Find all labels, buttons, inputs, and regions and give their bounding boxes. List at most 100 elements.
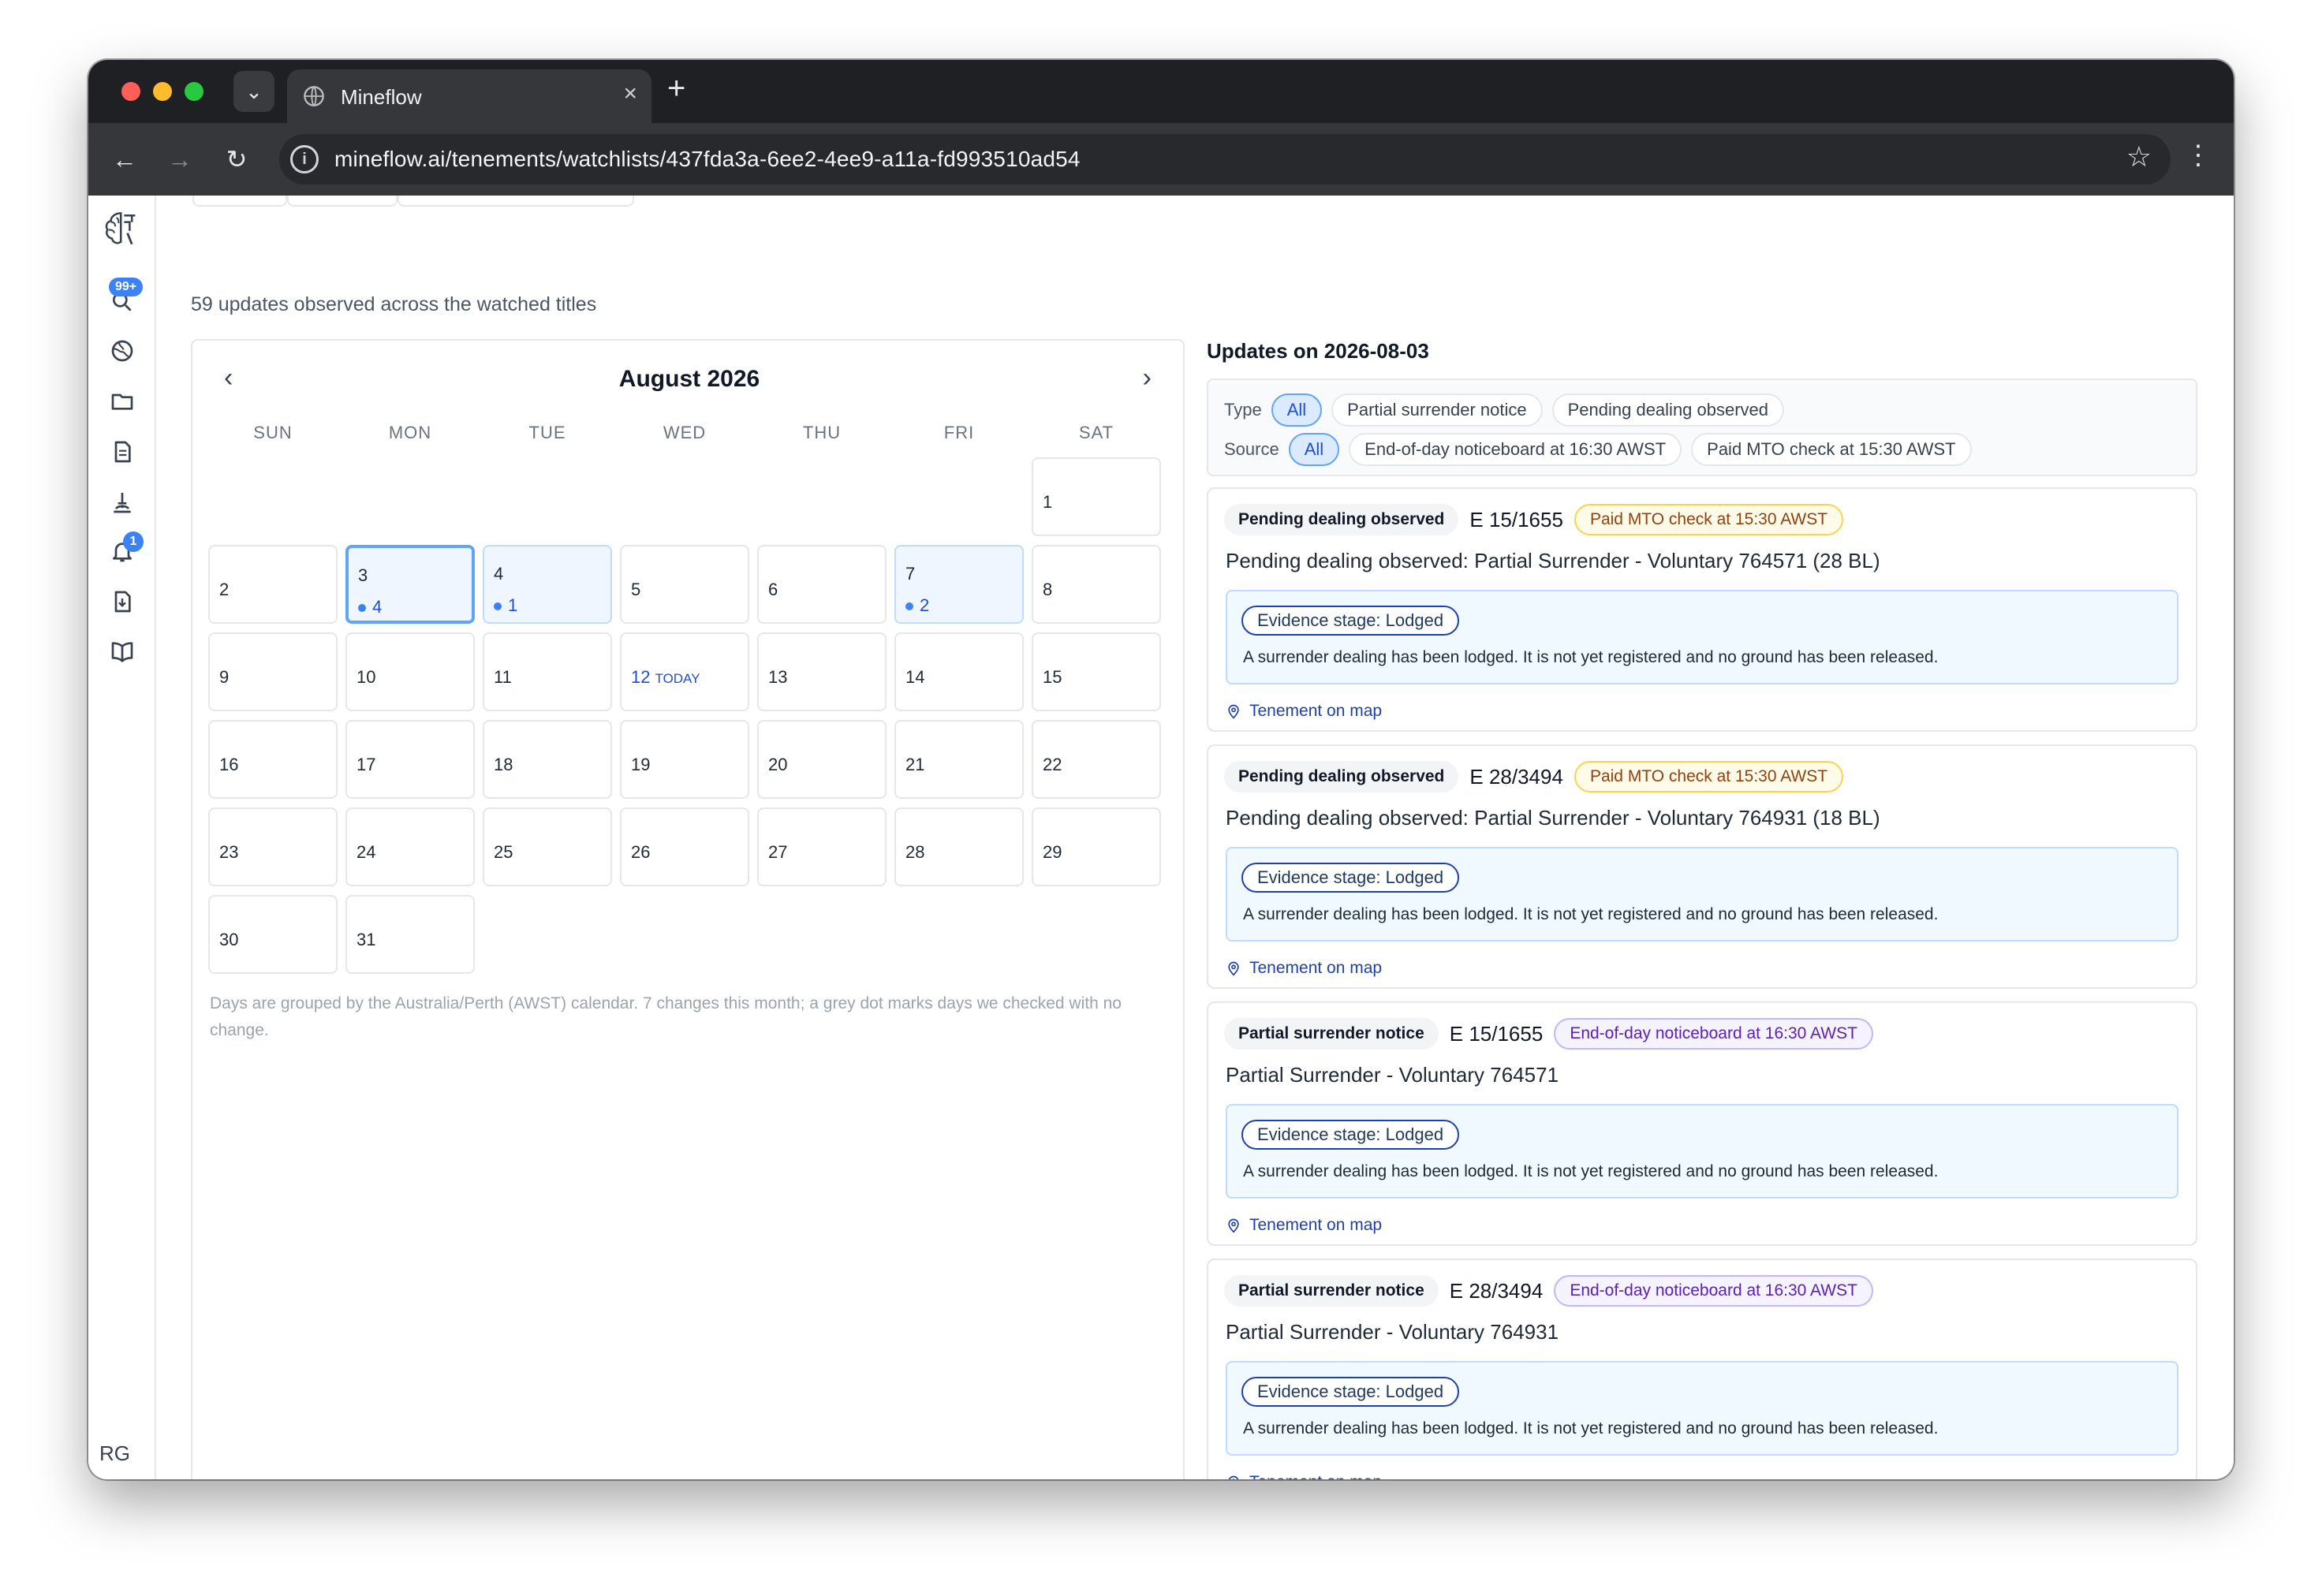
- calendar-day-16[interactable]: 16: [208, 720, 338, 799]
- day-number: 25: [494, 842, 513, 863]
- day-number: 30: [219, 930, 238, 950]
- next-month-chevron-icon[interactable]: ›: [1143, 363, 1152, 393]
- calendar-day-17[interactable]: 17: [345, 720, 475, 799]
- tab-search-chevron-icon[interactable]: ⌄: [233, 71, 274, 112]
- calendar-day-13[interactable]: 13: [757, 632, 887, 711]
- calendar-day-22[interactable]: 22: [1032, 720, 1161, 799]
- type-filter-all[interactable]: All: [1271, 393, 1323, 427]
- calendar-day-6[interactable]: 6: [757, 545, 887, 624]
- document-icon[interactable]: [107, 437, 137, 467]
- calendar-day-24[interactable]: 24: [345, 807, 475, 886]
- mineflow-brain-logo-icon[interactable]: [99, 205, 147, 252]
- calendar-day-29[interactable]: 29: [1032, 807, 1161, 886]
- calendar-day-4[interactable]: 41: [483, 545, 612, 624]
- calendar-day-10[interactable]: 10: [345, 632, 475, 711]
- type-filter-pending-dealing[interactable]: Pending dealing observed: [1551, 393, 1785, 427]
- user-avatar[interactable]: RG: [99, 1441, 130, 1466]
- globe-nav-icon[interactable]: [107, 336, 137, 366]
- calendar-footnote: Days are grouped by the Australia/Perth …: [210, 994, 1122, 1039]
- browser-menu-icon[interactable]: ⋮: [2185, 142, 2212, 169]
- browser-tab[interactable]: Mineflow ×: [287, 69, 651, 123]
- tab-close-icon[interactable]: ×: [623, 80, 637, 107]
- calendar-day-30[interactable]: 30: [208, 895, 338, 974]
- tenement-on-map-link[interactable]: Tenement on map: [1226, 959, 1382, 978]
- day-number-text: 8: [1043, 580, 1053, 599]
- source-filter-mto[interactable]: Paid MTO check at 15:30 AWST: [1691, 433, 1972, 466]
- minimize-window-button[interactable]: [153, 82, 172, 101]
- bookmark-star-icon[interactable]: ☆: [2126, 140, 2152, 173]
- day-number: 12 TODAY: [631, 667, 700, 688]
- book-open-icon[interactable]: [107, 636, 137, 666]
- source-filter-all[interactable]: All: [1288, 433, 1340, 466]
- calendar-day-19[interactable]: 19: [620, 720, 749, 799]
- update-card-header: Partial surrender notice E 15/1655 End-of-…: [1224, 1017, 1873, 1050]
- day-number-text: 13: [768, 667, 788, 687]
- mining-drill-icon[interactable]: [107, 487, 137, 517]
- day-number-text: 1: [1043, 492, 1053, 512]
- maximize-window-button[interactable]: [185, 82, 203, 101]
- day-number: 6: [768, 580, 778, 600]
- calendar-day-26[interactable]: 26: [620, 807, 749, 886]
- day-number: 29: [1043, 842, 1062, 863]
- day-number-text: 27: [768, 842, 788, 862]
- calendar-day-1[interactable]: 1: [1032, 457, 1161, 536]
- update-title: Pending dealing observed: Partial Surren…: [1226, 806, 1880, 830]
- calendar-day-8[interactable]: 8: [1032, 545, 1161, 624]
- calendar-day-5[interactable]: 5: [620, 545, 749, 624]
- tenement-on-map-link[interactable]: Tenement on map: [1226, 702, 1382, 721]
- tenement-on-map-label: Tenement on map: [1249, 1216, 1383, 1234]
- calendar-day-11[interactable]: 11: [483, 632, 612, 711]
- folder-icon[interactable]: [107, 386, 137, 416]
- calendar-day-15[interactable]: 15: [1032, 632, 1161, 711]
- day-number-text: 4: [494, 564, 504, 584]
- day-number: 13: [768, 667, 787, 688]
- tenement-on-map-label: Tenement on map: [1249, 959, 1383, 977]
- url-text[interactable]: mineflow.ai/tenements/watchlists/437fda3…: [334, 147, 1081, 172]
- calendar-day-7[interactable]: 72: [894, 545, 1024, 624]
- calendar-day-27[interactable]: 27: [757, 807, 887, 886]
- type-filter-row: Type All Partial surrender notice Pendin…: [1224, 393, 1794, 427]
- update-card-header: Partial surrender notice E 28/3494 End-of-…: [1224, 1274, 1873, 1307]
- day-number-text: 18: [494, 755, 513, 774]
- reload-icon[interactable]: ↻: [219, 142, 254, 177]
- calendar-day-21[interactable]: 21: [894, 720, 1024, 799]
- update-title: Pending dealing observed: Partial Surren…: [1226, 549, 1880, 572]
- calendar-day-31[interactable]: 31: [345, 895, 475, 974]
- calendar-day-25[interactable]: 25: [483, 807, 612, 886]
- calendar-day-18[interactable]: 18: [483, 720, 612, 799]
- day-update-count: 1: [494, 595, 517, 616]
- close-window-button[interactable]: [121, 82, 140, 101]
- calendar-day-2[interactable]: 2: [208, 545, 338, 624]
- browser-titlebar: ⌄ Mineflow × +: [88, 60, 2234, 123]
- new-tab-plus-icon[interactable]: +: [667, 73, 685, 104]
- weekday-label: THU: [802, 423, 842, 442]
- calendar-day-20[interactable]: 20: [757, 720, 887, 799]
- site-info-icon[interactable]: i: [290, 145, 319, 173]
- source-filter-label: Source: [1224, 439, 1279, 459]
- source-filter-noticeboard[interactable]: End-of-day noticeboard at 16:30 AWST: [1349, 433, 1682, 466]
- calendar-day-14[interactable]: 14: [894, 632, 1024, 711]
- calendar-day-23[interactable]: 23: [208, 807, 338, 886]
- calendar-day-9[interactable]: 9: [208, 632, 338, 711]
- back-arrow-icon[interactable]: ←: [107, 142, 142, 177]
- tenement-id: E 15/1655: [1449, 1021, 1544, 1046]
- calendar-day-28[interactable]: 28: [894, 807, 1024, 886]
- tenement-id: E 28/3494: [1449, 1278, 1544, 1303]
- day-number: 22: [1043, 755, 1062, 775]
- day-number-text: 5: [631, 580, 641, 599]
- calendar-day-3[interactable]: 34: [345, 545, 475, 624]
- address-bar[interactable]: i mineflow.ai/tenements/watchlists/437fd…: [279, 134, 2171, 185]
- notifications-count-badge: 99+: [109, 278, 144, 296]
- day-number-text: 9: [219, 667, 230, 687]
- day-number-text: 6: [768, 580, 778, 599]
- type-filter-partial-surrender[interactable]: Partial surrender notice: [1331, 393, 1543, 427]
- update-filters: Type All Partial surrender notice Pendin…: [1207, 378, 2197, 476]
- day-number-text: 16: [219, 755, 239, 774]
- tenement-on-map-link[interactable]: Tenement on map: [1226, 1216, 1382, 1235]
- forward-arrow-icon[interactable]: →: [162, 142, 197, 177]
- calendar-day-12[interactable]: 12 TODAY: [620, 632, 749, 711]
- update-card: Partial surrender notice E 15/1655 End-of-…: [1207, 1001, 2197, 1246]
- file-download-icon[interactable]: [107, 587, 137, 617]
- app-content: 99+ 1 RG 59 updates observed across the …: [88, 196, 2234, 1479]
- tenement-on-map-link[interactable]: Tenement on map: [1226, 1473, 1382, 1479]
